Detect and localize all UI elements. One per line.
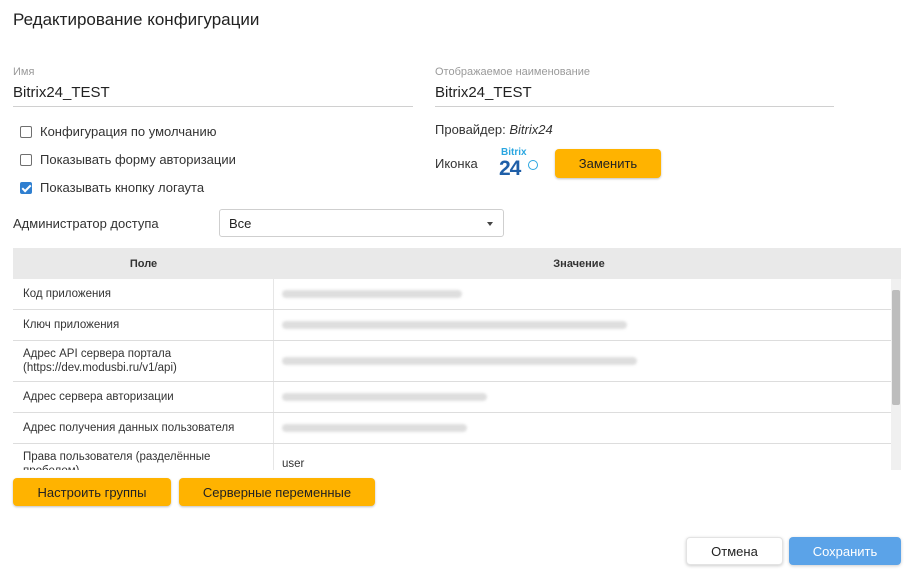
logo-main-text: 24 bbox=[499, 157, 521, 180]
checkbox-box[interactable] bbox=[20, 125, 32, 138]
checkbox-label: Конфигурация по умолчанию bbox=[40, 124, 217, 139]
config-params-table: Поле Значение Код приложения Ключ прилож… bbox=[13, 248, 901, 470]
save-button[interactable]: Сохранить bbox=[789, 537, 901, 565]
row-value[interactable] bbox=[274, 413, 884, 443]
checkbox-show-auth-form[interactable]: Показывать форму авторизации bbox=[20, 152, 236, 167]
table-row[interactable]: Ключ приложения bbox=[13, 310, 901, 341]
row-field: Код приложения bbox=[13, 279, 274, 309]
provider-value: Bitrix24 bbox=[509, 122, 553, 137]
checkbox-box-checked[interactable] bbox=[20, 181, 32, 194]
cancel-button[interactable]: Отмена bbox=[686, 537, 783, 565]
chevron-down-icon[interactable] bbox=[487, 222, 493, 226]
replace-icon-button[interactable]: Заменить bbox=[555, 149, 661, 178]
name-field-label: Имя bbox=[13, 66, 35, 78]
row-value[interactable] bbox=[274, 310, 884, 340]
dialog-title: Редактирование конфигурации bbox=[13, 10, 260, 29]
redacted-value bbox=[282, 357, 637, 365]
admin-select[interactable]: Все bbox=[219, 209, 504, 237]
table-row[interactable]: Адрес получения данных пользователя bbox=[13, 413, 901, 444]
clock-icon bbox=[528, 160, 538, 170]
checkbox-default-config[interactable]: Конфигурация по умолчанию bbox=[20, 124, 216, 139]
header-field: Поле bbox=[129, 257, 158, 270]
table-header: Поле Значение bbox=[13, 248, 901, 279]
redacted-value bbox=[282, 424, 467, 432]
checkbox-show-logout-button[interactable]: Показывать кнопку логаута bbox=[20, 180, 204, 195]
header-value: Значение bbox=[553, 257, 605, 270]
row-value[interactable] bbox=[274, 341, 884, 381]
admin-select-value: Все bbox=[229, 215, 252, 231]
scrollbar-thumb[interactable] bbox=[892, 290, 900, 405]
row-value[interactable] bbox=[274, 382, 884, 412]
bitrix24-logo-icon: Bitrix 24 bbox=[498, 147, 540, 181]
row-value[interactable] bbox=[274, 279, 884, 309]
icon-label: Иконка bbox=[435, 156, 478, 171]
name-input[interactable]: Bitrix24_TEST bbox=[13, 84, 413, 107]
display-name-label: Отображаемое наименование bbox=[435, 66, 590, 78]
redacted-value bbox=[282, 290, 462, 298]
admin-label: Администратор доступа bbox=[13, 216, 159, 231]
table-row[interactable]: Права пользователя (разделённые пробелом… bbox=[13, 444, 901, 470]
row-field: Адрес получения данных пользователя bbox=[13, 413, 274, 443]
display-name-field[interactable]: Отображаемое наименование Bitrix24_TEST bbox=[435, 66, 834, 107]
table-row[interactable]: Адрес сервера авторизации bbox=[13, 382, 901, 413]
checkbox-label: Показывать кнопку логаута bbox=[40, 180, 205, 195]
configure-groups-button[interactable]: Настроить группы bbox=[13, 478, 171, 506]
row-field: Адрес API сервера портала (https://dev.m… bbox=[13, 341, 274, 381]
row-field: Ключ приложения bbox=[13, 310, 274, 340]
server-variables-button[interactable]: Серверные переменные bbox=[179, 478, 375, 506]
display-name-input[interactable]: Bitrix24_TEST bbox=[435, 84, 834, 107]
row-field: Адрес сервера авторизации bbox=[13, 382, 274, 412]
redacted-value bbox=[282, 393, 487, 401]
name-field[interactable]: Имя Bitrix24_TEST bbox=[13, 66, 413, 107]
checkbox-label: Показывать форму авторизации bbox=[40, 152, 236, 167]
checkbox-box[interactable] bbox=[20, 153, 32, 166]
provider-label: Провайдер: bbox=[435, 122, 506, 137]
redacted-value bbox=[282, 321, 627, 329]
row-field: Права пользователя (разделённые пробелом… bbox=[13, 444, 274, 470]
provider-info: Провайдер: Bitrix24 bbox=[435, 122, 553, 137]
table-row[interactable]: Адрес API сервера портала (https://dev.m… bbox=[13, 341, 901, 382]
row-value[interactable]: user bbox=[274, 444, 884, 470]
table-row[interactable]: Код приложения bbox=[13, 279, 901, 310]
